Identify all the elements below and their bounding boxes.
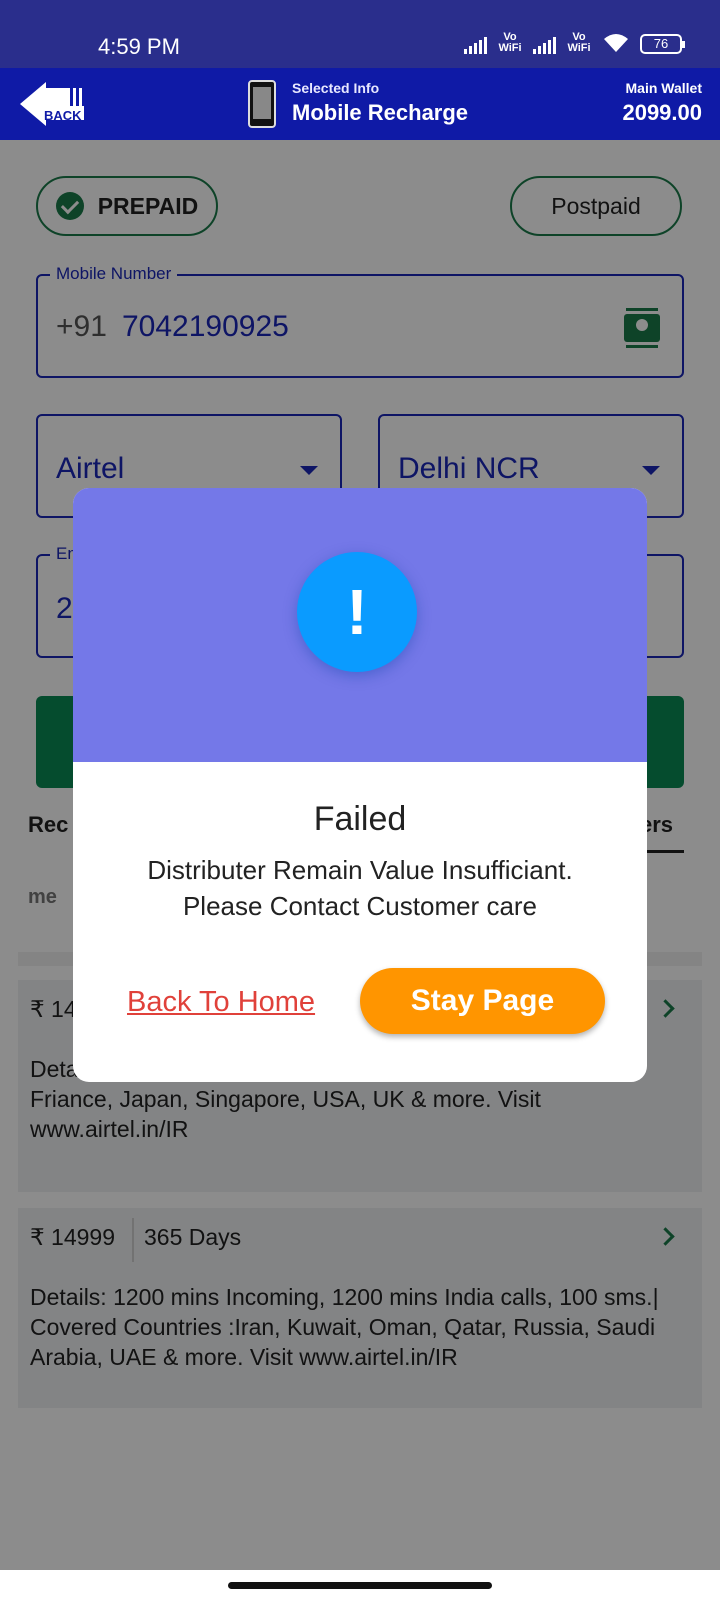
dialog-message: Distributer Remain Value Insufficiant. P… (93, 852, 627, 924)
mobile-phone-icon (248, 80, 276, 128)
status-bar: 4:59 PM Vo WiFi Vo WiFi 76 (0, 0, 720, 68)
header-subtitle: Selected Info (292, 80, 380, 96)
wallet-label: Main Wallet (625, 80, 703, 96)
wallet-balance: 2099.00 (622, 100, 702, 125)
vowifi-icon-2: Vo WiFi (567, 31, 591, 54)
header-title: Mobile Recharge (292, 100, 469, 125)
signal-icon (464, 36, 487, 54)
signal-icon-2 (533, 36, 556, 54)
dialog-message-line1: Distributer Remain Value Insufficiant. (147, 855, 573, 885)
status-icons: Vo WiFi Vo WiFi 76 (464, 31, 685, 54)
back-to-home-link[interactable]: Back To Home (127, 986, 315, 1019)
status-time: 4:59 PM (98, 34, 180, 59)
dialog-header: ! (73, 488, 647, 762)
back-arrow-icon (20, 82, 46, 126)
back-button[interactable]: BACK (20, 82, 92, 126)
home-indicator[interactable] (228, 1582, 492, 1589)
back-label: BACK (44, 108, 82, 123)
wifi-icon (604, 34, 628, 52)
battery-icon: 76 (640, 34, 685, 54)
dialog-title: Failed (313, 800, 407, 838)
failure-dialog: ! Failed Distributer Remain Value Insuff… (73, 488, 647, 1082)
back-lines-icon (70, 88, 90, 108)
app-header: BACK Selected Info Mobile Recharge Main … (0, 68, 720, 140)
stay-page-button[interactable]: Stay Page (360, 968, 605, 1034)
exclamation-icon: ! (297, 552, 417, 672)
dialog-message-line2: Please Contact Customer care (182, 891, 538, 921)
vowifi-icon: Vo WiFi (498, 31, 522, 54)
